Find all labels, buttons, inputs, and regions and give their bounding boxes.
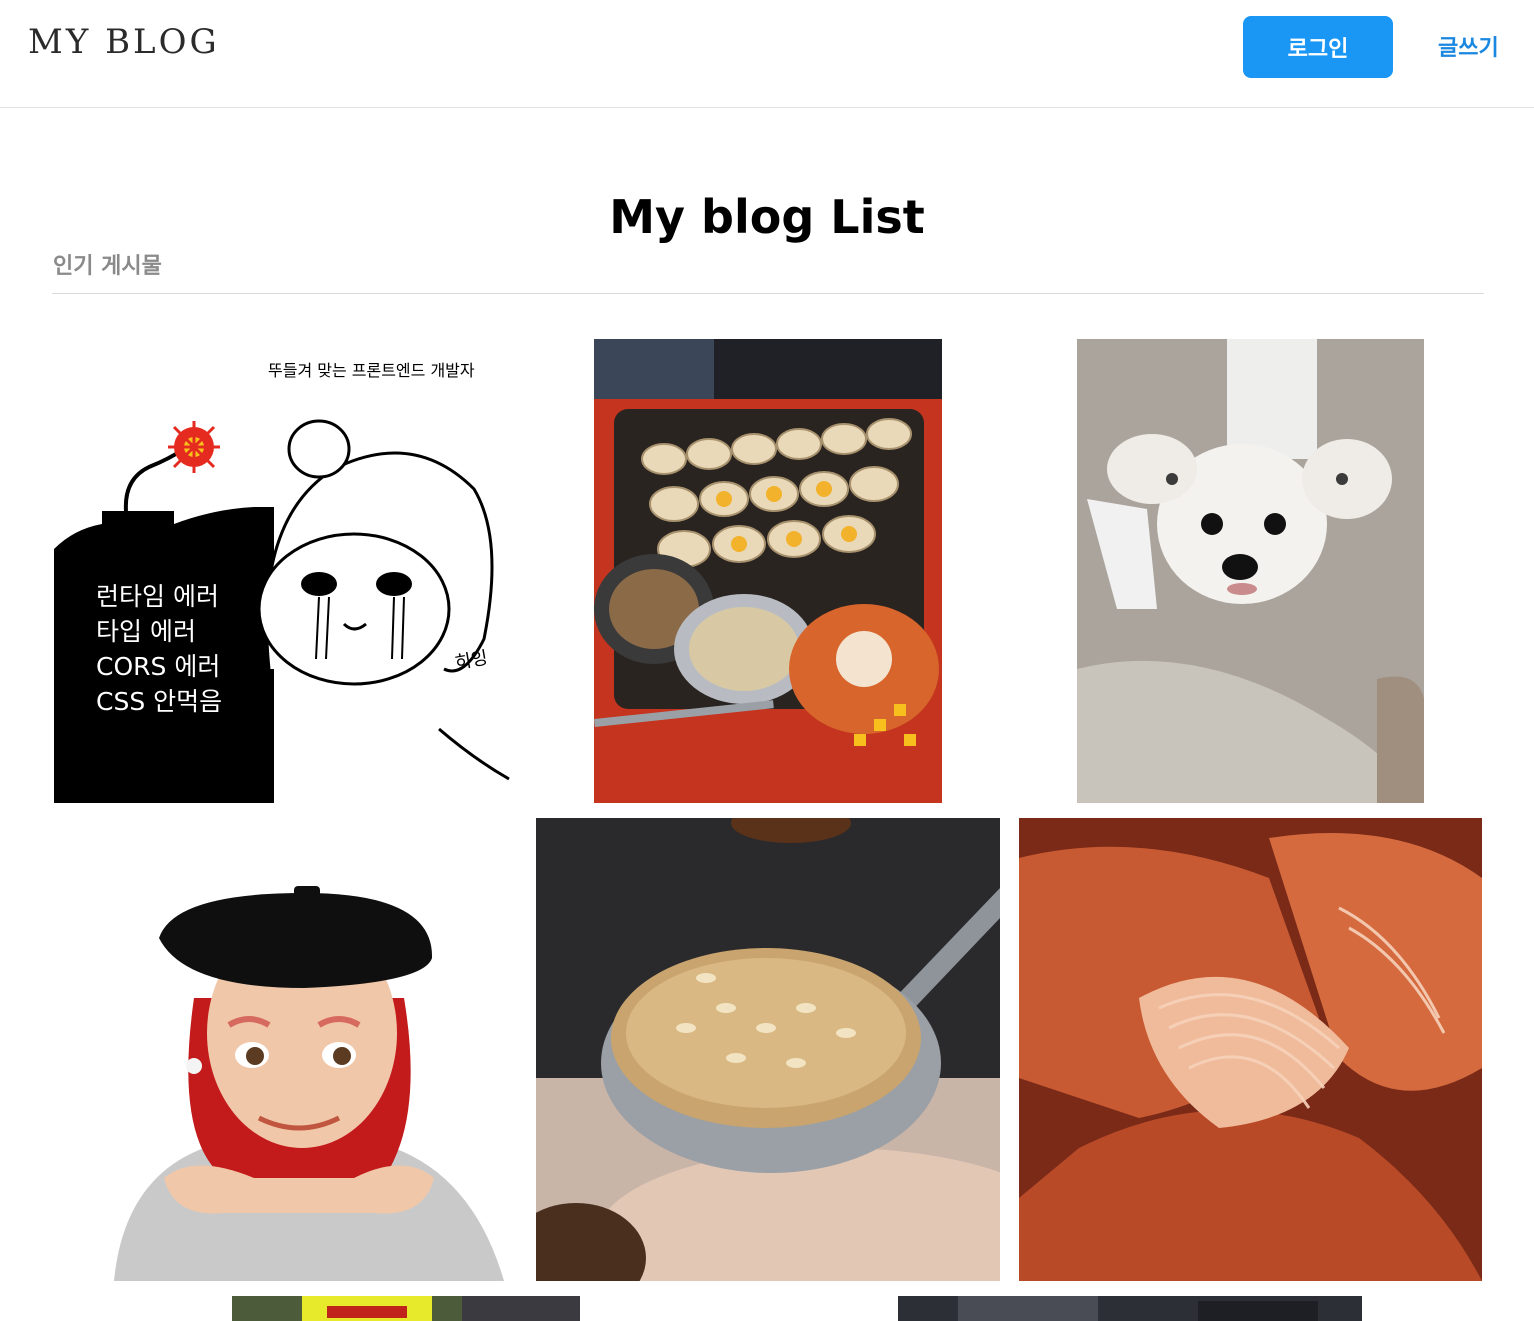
write-post-link[interactable]: 글쓰기 bbox=[1438, 30, 1499, 62]
bomb-line-3: CORS 에러 bbox=[96, 652, 220, 681]
page-title: My blog List bbox=[609, 190, 925, 244]
chicken-photo bbox=[1019, 818, 1482, 1281]
section-divider bbox=[52, 293, 1484, 294]
cartoon-caption: 뚜들겨 맞는 프론트엔드 개발자 bbox=[268, 361, 475, 380]
post-card-dark[interactable] bbox=[898, 1296, 1362, 1321]
dark-photo bbox=[898, 1296, 1362, 1321]
login-button[interactable]: 로그인 bbox=[1243, 16, 1393, 78]
scallops-photo bbox=[594, 339, 942, 803]
memoji-avatar bbox=[54, 818, 518, 1281]
section-label-popular: 인기 게시물 bbox=[53, 254, 162, 279]
dog-photo bbox=[1077, 339, 1424, 803]
site-header: MY BLOG 로그인 글쓰기 bbox=[0, 0, 1534, 108]
sign-photo bbox=[232, 1296, 580, 1321]
bomb-line-4: CSS 안먹음 bbox=[96, 687, 222, 716]
bomb-line-1: 런타임 에러 bbox=[96, 582, 219, 611]
bomb-line-2: 타입 에러 bbox=[96, 617, 196, 646]
post-card-avatar[interactable] bbox=[54, 818, 518, 1281]
post-card-rice[interactable] bbox=[536, 818, 1000, 1281]
post-card-dog[interactable] bbox=[1077, 339, 1424, 803]
post-card-scallops[interactable] bbox=[594, 339, 942, 803]
post-card-cartoon[interactable]: 뚜들겨 맞는 프론트엔드 개발자 런타임 에러 타입 에러 CORS 에러 CS… bbox=[54, 339, 518, 803]
rice-spoon-photo bbox=[536, 818, 1000, 1281]
site-logo[interactable]: MY BLOG bbox=[28, 22, 220, 62]
post-card-chicken[interactable] bbox=[1019, 818, 1482, 1281]
cartoon-illustration: 뚜들겨 맞는 프론트엔드 개발자 런타임 에러 타입 에러 CORS 에러 CS… bbox=[54, 339, 518, 803]
post-card-sign[interactable] bbox=[232, 1296, 580, 1321]
